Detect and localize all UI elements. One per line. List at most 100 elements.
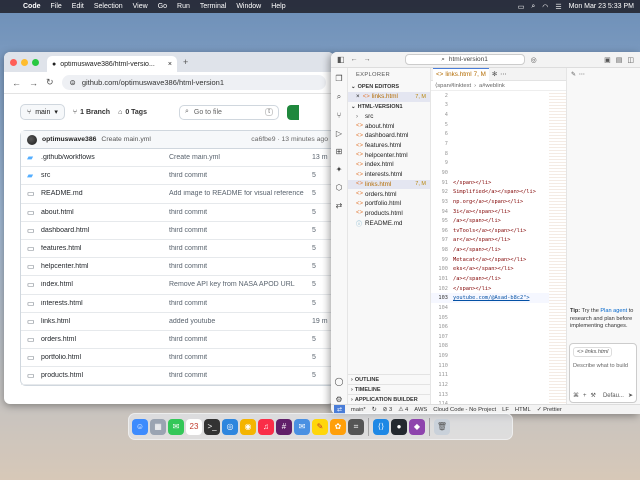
music-icon[interactable]: ♫ bbox=[258, 418, 274, 435]
explorer-tree-item[interactable]: <> interests.html bbox=[348, 170, 430, 180]
file-name[interactable]: .github/workflows bbox=[41, 154, 169, 161]
menu-run[interactable]: Run bbox=[172, 3, 195, 10]
menu-app-name[interactable]: Code bbox=[18, 3, 46, 10]
back-icon[interactable]: ← bbox=[351, 56, 358, 63]
explorer-tree-item[interactable]: ⓘ README.md bbox=[348, 218, 430, 228]
containers-icon[interactable]: ⬡ bbox=[336, 183, 343, 192]
file-name[interactable]: portfolio.html bbox=[41, 354, 169, 361]
file-commit-message[interactable]: third commit bbox=[169, 209, 312, 216]
code-line[interactable]: 2 bbox=[431, 91, 566, 101]
calendar-icon[interactable]: 23 bbox=[186, 418, 202, 435]
file-commit-message[interactable]: third commit bbox=[169, 300, 312, 307]
file-name[interactable]: features.html bbox=[41, 245, 169, 252]
browser-tab[interactable]: ● optimuswave386/html-versio... × bbox=[47, 56, 177, 72]
file-name[interactable]: README.md bbox=[41, 190, 169, 197]
close-icon[interactable]: × bbox=[356, 93, 360, 100]
file-row[interactable]: ▭ index.html Remove API key from NASA APOD… bbox=[21, 276, 334, 295]
file-row[interactable]: ▭ orders.html third commit 5 bbox=[21, 331, 334, 350]
code-line[interactable]: 9 bbox=[431, 158, 566, 168]
notes-icon[interactable]: ✎ bbox=[312, 418, 328, 435]
code-line[interactable]: 108 bbox=[431, 342, 566, 352]
status-language[interactable]: HTML bbox=[515, 407, 531, 413]
forward-icon[interactable]: → bbox=[364, 56, 371, 63]
explorer-tree-item[interactable]: <> helpcenter.html bbox=[348, 150, 430, 160]
editor-tab[interactable]: <> links.html 7, M bbox=[433, 68, 489, 81]
zoom-window-button[interactable] bbox=[32, 58, 39, 66]
code-line[interactable]: 93 np.org</a></span></li> bbox=[431, 197, 566, 207]
breadcrumb-item[interactable]: a#weblink bbox=[479, 83, 505, 89]
tags-link[interactable]: ⌂ 0 Tags bbox=[118, 109, 147, 116]
code-line[interactable]: 3 bbox=[431, 101, 566, 111]
code-line[interactable]: 7 bbox=[431, 139, 566, 149]
calculator-icon[interactable]: ⌗ bbox=[348, 418, 364, 435]
code-line[interactable]: 100 eks</a></span></li> bbox=[431, 265, 566, 275]
messages-icon[interactable]: ✉ bbox=[168, 418, 184, 435]
code-line[interactable]: 101/a></span></li> bbox=[431, 274, 566, 284]
panel-icon[interactable]: ▤ bbox=[616, 56, 623, 64]
file-row[interactable]: ▭ features.html third commit 5 bbox=[21, 240, 334, 259]
menu-selection[interactable]: Selection bbox=[89, 3, 128, 10]
sidebar-toggle-icon[interactable]: ◧ bbox=[337, 55, 345, 64]
status-prettier[interactable]: ✓ Prettier bbox=[537, 407, 562, 413]
remote-icon[interactable]: ⇄ bbox=[336, 201, 343, 210]
file-commit-message[interactable]: third commit bbox=[169, 372, 312, 379]
mail-icon[interactable]: ✉ bbox=[294, 418, 310, 435]
add-icon[interactable]: + bbox=[583, 393, 587, 399]
more-icon[interactable]: ⋯ bbox=[500, 71, 506, 78]
code-line[interactable]: 105 bbox=[431, 313, 566, 323]
project-section[interactable]: ⌄ HTML-VERSION1 bbox=[348, 102, 430, 112]
code-line[interactable]: 8 bbox=[431, 149, 566, 159]
ai-icon[interactable]: ✦ bbox=[336, 165, 343, 174]
file-row[interactable]: ▭ dashboard.html third commit 5 bbox=[21, 222, 334, 240]
vscode-icon[interactable]: ⟨⟩ bbox=[373, 418, 389, 435]
explorer-tree-item[interactable]: <> orders.html bbox=[348, 189, 430, 199]
file-row[interactable]: ▰ .github/workflows Create main.yml 13 m bbox=[21, 149, 334, 168]
site-info-icon[interactable]: ⊜ bbox=[70, 78, 76, 87]
forward-icon[interactable]: → bbox=[29, 78, 38, 88]
wifi-icon[interactable]: ◠ bbox=[542, 3, 548, 11]
file-name[interactable]: orders.html bbox=[41, 336, 169, 343]
chrome-icon[interactable]: ◉ bbox=[240, 418, 256, 435]
launchpad-icon[interactable]: ▦ bbox=[150, 418, 166, 435]
menu-file[interactable]: File bbox=[46, 3, 67, 10]
explorer-tree-item[interactable]: <> links.html 7, M bbox=[348, 179, 430, 190]
close-tab-icon[interactable]: × bbox=[168, 61, 172, 68]
tools-icon[interactable]: ⚒ bbox=[591, 392, 596, 399]
code-line[interactable]: 98/a></span></li> bbox=[431, 245, 566, 255]
chat-input[interactable]: <> links.html Describe what to build ⌘ +… bbox=[569, 343, 637, 403]
commit-message[interactable]: Create main.yml bbox=[101, 136, 150, 143]
copilot-icon[interactable]: ◎ bbox=[531, 56, 537, 64]
file-row[interactable]: ▭ products.html third commit 5 bbox=[21, 367, 334, 386]
menu-go[interactable]: Go bbox=[153, 3, 172, 10]
menu-view[interactable]: View bbox=[128, 3, 153, 10]
status-warnings[interactable]: ⚠ 4 bbox=[398, 407, 408, 413]
slack-icon[interactable]: # bbox=[276, 418, 292, 435]
file-row[interactable]: ▰ src third commit 5 bbox=[21, 167, 334, 186]
file-commit-message[interactable]: Add image to README for visual reference bbox=[169, 190, 312, 197]
explorer-icon[interactable]: ❐ bbox=[335, 74, 342, 83]
copilot-icon[interactable]: ✻ bbox=[492, 71, 497, 78]
file-commit-message[interactable]: Create main.yml bbox=[169, 154, 312, 161]
photos-icon[interactable]: ✿ bbox=[330, 418, 346, 435]
file-commit-message[interactable]: third commit bbox=[169, 245, 312, 252]
menu-help[interactable]: Help bbox=[266, 3, 290, 10]
explorer-tree-item[interactable]: <> about.html bbox=[348, 121, 430, 131]
account-icon[interactable]: ◯ bbox=[335, 377, 344, 386]
file-commit-message[interactable]: added youtube bbox=[169, 318, 312, 325]
extensions-icon[interactable]: ⊞ bbox=[336, 147, 343, 156]
code-line[interactable]: 111 bbox=[431, 371, 566, 381]
explorer-tree-item[interactable]: <> index.html bbox=[348, 160, 430, 170]
close-window-button[interactable] bbox=[10, 58, 17, 66]
code-line[interactable]: 103 youtube.com/@Asad-b8c2"> bbox=[431, 293, 566, 304]
battery-icon[interactable]: ▭ bbox=[518, 3, 525, 11]
explorer-tree-item[interactable]: <> features.html bbox=[348, 141, 430, 151]
code-line[interactable]: 95/a></span></li> bbox=[431, 216, 566, 226]
file-row[interactable]: ▭ helpcenter.html third commit 5 bbox=[21, 258, 334, 277]
file-commit-message[interactable]: third commit bbox=[169, 227, 312, 234]
explorer-tree-item[interactable]: <> products.html bbox=[348, 209, 430, 219]
avatar[interactable] bbox=[27, 134, 37, 145]
file-name[interactable]: links.html bbox=[41, 318, 169, 325]
branch-selector[interactable]: ⑂ main ▾ bbox=[20, 104, 65, 120]
plan-agent-link[interactable]: Plan agent bbox=[600, 308, 627, 314]
file-row[interactable]: ▭ about.html third commit 5 bbox=[21, 204, 334, 222]
